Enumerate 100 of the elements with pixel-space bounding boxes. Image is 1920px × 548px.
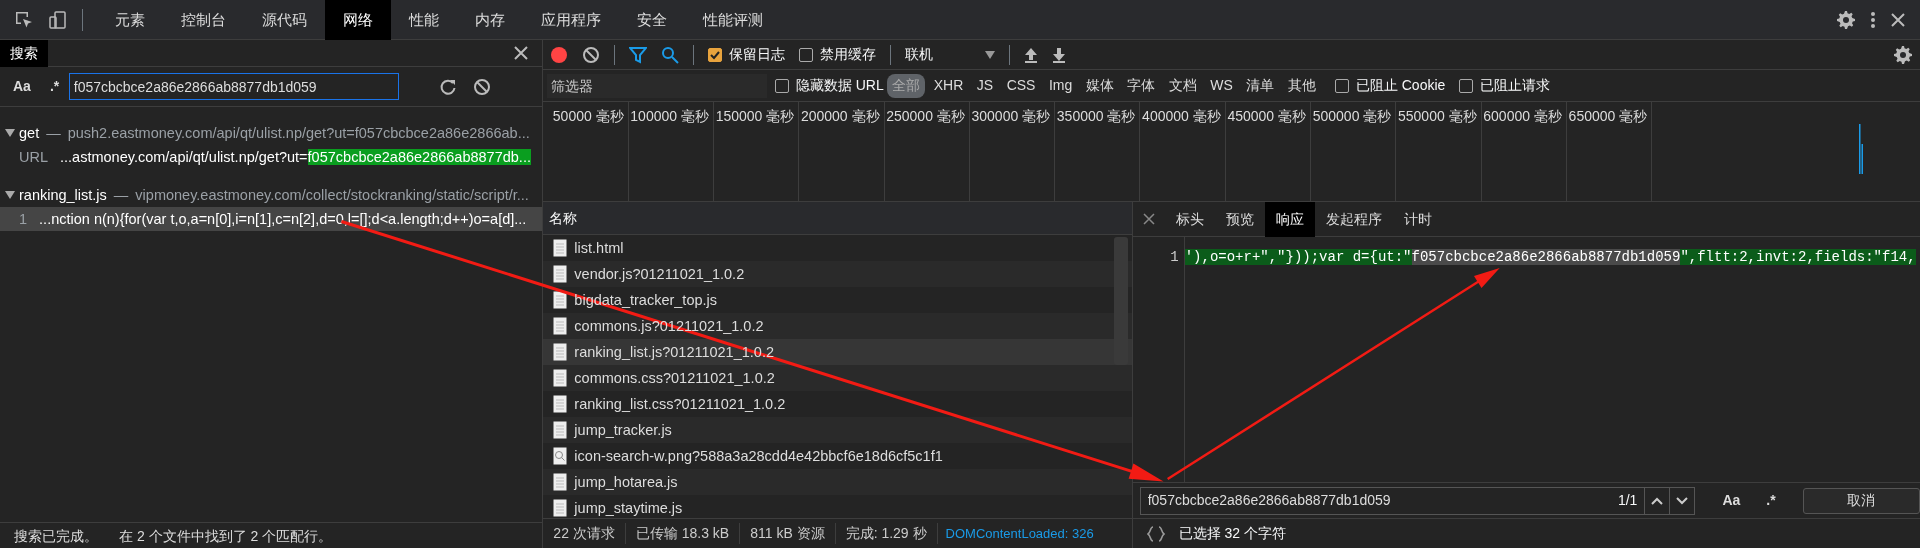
checkbox[interactable] — [1459, 78, 1474, 93]
filter-icon[interactable] — [629, 45, 648, 64]
summary-text: DOMContentLoaded: 326 — [944, 524, 1095, 543]
device-icon[interactable] — [48, 9, 68, 30]
checkbox-label[interactable]: 已阻止请求 — [1480, 75, 1551, 96]
checkbox[interactable] — [708, 47, 723, 62]
panel-tab[interactable]: 内存 — [457, 0, 523, 40]
find-field[interactable]: f057cbcbce2a86e2866ab8877db1d059 1/1 — [1139, 486, 1696, 515]
cancel-button[interactable]: 取消 — [1802, 487, 1920, 514]
request-name[interactable]: jump_staytime.js — [574, 495, 683, 518]
checkbox[interactable] — [799, 47, 814, 62]
panel-tab[interactable]: 应用程序 — [523, 0, 619, 40]
time-tick: 150000 毫秒 — [713, 102, 800, 201]
time-tick: 600000 毫秒 — [1481, 102, 1567, 201]
match-count: 1/1 — [1617, 491, 1638, 510]
type-filter[interactable]: 清单 — [1241, 73, 1280, 98]
file-icon — [553, 291, 568, 309]
throttling-dropdown[interactable]: 联机 — [905, 44, 996, 65]
braces-icon[interactable] — [1146, 525, 1165, 542]
panel-tab[interactable]: 控制台 — [163, 0, 244, 40]
request-name[interactable]: jump_hotarea.js — [574, 469, 678, 495]
time-tick: 250000 毫秒 — [884, 102, 970, 201]
caret-icon — [985, 50, 996, 59]
file-icon — [553, 343, 568, 361]
match-case-button[interactable]: Aa — [1716, 490, 1747, 511]
time-tick: 550000 毫秒 — [1396, 102, 1482, 201]
checkbox-label[interactable]: 保留日志 — [729, 44, 786, 65]
match-line[interactable]: ...nction n(n){for(var t,o,a=n[0],i=n[1],c=n[2],d=0,l=[];d<a.length;d++)o=a[d]... — [39, 207, 527, 231]
checkbox[interactable] — [774, 78, 789, 93]
checkbox-label[interactable]: 已阻止 Cookie — [1355, 75, 1446, 96]
panel-tab[interactable]: 安全 — [619, 0, 685, 40]
summary-text: 811 kB 资源 — [740, 523, 836, 544]
download-icon[interactable] — [1052, 46, 1067, 63]
regex-button[interactable]: .* — [1760, 490, 1782, 511]
regex-button[interactable]: .* — [43, 76, 66, 97]
detail-tab[interactable]: 预览 — [1214, 201, 1265, 237]
file-icon — [553, 239, 568, 257]
type-filter[interactable]: 字体 — [1122, 73, 1161, 98]
type-filter[interactable]: XHR — [928, 73, 969, 98]
detail-tab[interactable]: 响应 — [1264, 201, 1315, 237]
close-icon[interactable] — [514, 46, 529, 60]
settings-icon[interactable] — [1836, 9, 1856, 30]
match-case-button[interactable]: Aa — [7, 76, 37, 97]
filter-field[interactable]: 筛选器 — [546, 73, 767, 98]
type-filter[interactable]: Img — [1043, 73, 1078, 98]
chevron-up-icon[interactable] — [1651, 497, 1664, 506]
refresh-icon[interactable] — [438, 77, 457, 96]
clear-icon[interactable] — [472, 77, 491, 96]
checkbox-label[interactable]: 隐藏数据 URL — [795, 75, 884, 96]
type-filter[interactable]: 文档 — [1163, 73, 1202, 98]
search-field[interactable]: f057cbcbce2a86e2866ab8877db1d059 — [68, 73, 399, 100]
close-icon[interactable] — [1142, 213, 1155, 225]
panel-tab[interactable]: 性能评测 — [685, 0, 781, 40]
status-text: 搜索已完成。 — [14, 527, 98, 546]
file-icon — [553, 317, 568, 335]
detail-tab[interactable]: 标头 — [1164, 201, 1215, 237]
file-icon — [553, 421, 568, 439]
request-name[interactable]: jump_tracker.js — [574, 417, 672, 443]
type-filter[interactable]: 其他 — [1282, 73, 1321, 98]
file-icon — [553, 395, 568, 413]
type-filter[interactable]: 媒体 — [1080, 73, 1119, 98]
upload-icon[interactable] — [1024, 46, 1039, 63]
detail-tab[interactable]: 计时 — [1392, 201, 1443, 237]
detail-tab[interactable]: 发起程序 — [1314, 201, 1393, 237]
panel-tab[interactable]: 性能 — [391, 0, 457, 40]
panel-tab[interactable]: 元素 — [97, 0, 163, 40]
record-icon[interactable] — [550, 45, 569, 64]
clear-icon[interactable] — [582, 45, 601, 64]
panel-title: 搜索 — [0, 39, 48, 67]
separator: — — [46, 124, 61, 143]
timeline-bars-icon — [1859, 124, 1864, 174]
expand-triangle-icon[interactable] — [3, 128, 16, 138]
panel-tab[interactable]: 网络 — [325, 0, 391, 40]
close-icon[interactable] — [1890, 11, 1906, 28]
time-tick: 200000 毫秒 — [799, 102, 885, 201]
checkbox-label[interactable]: 禁用缓存 — [820, 44, 877, 65]
time-tick: 400000 毫秒 — [1140, 102, 1226, 201]
summary-text: 已传输 18.3 kB — [625, 523, 741, 544]
expand-triangle-icon[interactable] — [3, 190, 16, 200]
file-name[interactable]: get — [19, 121, 40, 145]
checkbox[interactable] — [1334, 78, 1349, 93]
settings-icon[interactable] — [1893, 44, 1913, 65]
request-name[interactable]: list.html — [574, 235, 624, 261]
type-filter[interactable]: WS — [1205, 73, 1238, 98]
match-line[interactable]: ...astmoney.com/api/qt/ulist.np/get?ut=f057cbcbce2a86e2866ab8877db... — [60, 145, 531, 169]
request-name[interactable]: ranking_list.css?01211021_1.0.2 — [574, 391, 786, 417]
file-name[interactable]: ranking_list.js — [19, 183, 107, 207]
column-header[interactable]: 名称 — [543, 202, 1132, 235]
file-icon — [553, 369, 568, 387]
type-filter[interactable]: JS — [971, 73, 999, 98]
type-filter[interactable]: CSS — [1001, 73, 1041, 98]
chevron-down-icon[interactable] — [1676, 497, 1689, 506]
request-name[interactable]: icon-search-w.png?588a3a28cdd4e42bbcf6e18d6cf5c1f1 — [574, 443, 943, 469]
inspect-icon[interactable] — [14, 9, 34, 30]
line-number: 1 — [18, 210, 29, 229]
more-icon[interactable] — [1870, 9, 1876, 30]
panel-tab[interactable]: 源代码 — [244, 0, 325, 40]
selection-status: 已选择 32 个字符 — [1178, 524, 1287, 543]
search-icon[interactable] — [661, 45, 680, 64]
find-input[interactable]: f057cbcbce2a86e2866ab8877db1d059 — [1140, 489, 1618, 512]
